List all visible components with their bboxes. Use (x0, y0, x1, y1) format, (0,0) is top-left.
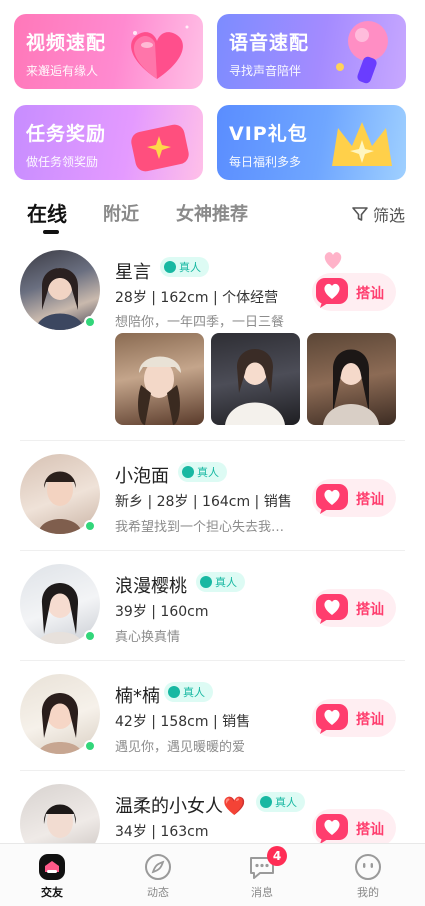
task-reward-title: 任务奖励 (26, 123, 107, 145)
bottom-nav: 交友 动态 4 消息 我的 (0, 843, 425, 906)
online-status-dot (84, 630, 96, 642)
friends-home-icon (37, 852, 67, 882)
verified-check-icon (164, 261, 176, 273)
row-divider (20, 440, 405, 441)
active-tab-indicator (43, 230, 59, 234)
nav-item-moments[interactable]: 动态 (128, 852, 188, 900)
chat-heart-icon (316, 594, 348, 624)
gift-card-icon (131, 124, 189, 172)
user-name: 浪漫樱桃 (115, 576, 187, 597)
nav-item-me[interactable]: 我的 (338, 852, 398, 900)
voice-match-subtitle: 寻找声音陪伴 (229, 64, 302, 78)
verified-check-icon (260, 796, 272, 808)
vip-package-card[interactable]: VIP礼包 每日福利多多 (217, 105, 406, 180)
nav-label: 消息 (251, 886, 273, 899)
microphone-icon (336, 21, 388, 84)
user-name: 楠*楠 (115, 686, 160, 707)
chat-button[interactable]: 搭讪 (312, 273, 396, 311)
user-photo[interactable] (211, 333, 300, 425)
compass-icon (143, 852, 173, 882)
tab-goddess-recommend[interactable]: 女神推荐 (176, 200, 248, 226)
user-bio: 想陪你，一年四季，一日三餐 (115, 315, 285, 330)
verified-badge: 真人 (164, 682, 213, 702)
vip-package-title: VIP礼包 (229, 123, 308, 145)
online-status-dot (84, 520, 96, 532)
user-bio: 遇见你，遇见暖暖的爱 (115, 740, 246, 755)
chat-button-label: 搭讪 (356, 492, 384, 508)
chat-heart-icon (316, 278, 348, 308)
user-info: 28岁 | 162cm | 个体经营 (115, 290, 279, 306)
nav-item-messages[interactable]: 4 消息 (232, 846, 292, 900)
online-status-dot (84, 316, 96, 328)
message-bubble-icon: 4 (247, 846, 287, 882)
verified-check-icon (200, 576, 212, 588)
chat-button-label: 搭讪 (356, 602, 384, 618)
row-divider (20, 770, 405, 771)
chat-button[interactable]: 搭讪 (312, 809, 396, 847)
chat-button-label: 搭讪 (356, 822, 384, 838)
floating-heart-icon (324, 252, 342, 269)
user-info: 39岁 | 160cm (115, 604, 209, 620)
chat-button[interactable]: 搭讪 (312, 589, 396, 627)
nav-item-friends[interactable]: 交友 (22, 852, 82, 900)
verified-check-icon (182, 466, 194, 478)
nav-label: 交友 (41, 886, 63, 899)
nav-label: 我的 (357, 886, 379, 899)
category-tabs: 在线 附近 女神推荐 筛选 (0, 192, 425, 236)
vip-package-subtitle: 每日福利多多 (229, 155, 302, 169)
filter-button[interactable]: 筛选 (351, 202, 405, 226)
online-status-dot (84, 740, 96, 752)
video-match-title: 视频速配 (26, 32, 107, 54)
video-match-card[interactable]: 视频速配 来邂逅有缘人 (14, 14, 203, 89)
chat-heart-icon (316, 814, 348, 844)
user-bio: 真心换真情 (115, 630, 181, 645)
crown-icon (332, 122, 392, 166)
row-divider (20, 550, 405, 551)
heart-icon (131, 25, 189, 79)
task-reward-card[interactable]: 任务奖励 做任务领奖励 (14, 105, 203, 180)
user-info: 新乡 | 28岁 | 164cm | 销售 (115, 494, 292, 510)
user-info: 42岁 | 158cm | 销售 (115, 714, 251, 730)
verified-badge: 真人 (256, 792, 305, 812)
row-divider (20, 660, 405, 661)
user-name: 小泡面 (115, 466, 169, 487)
filter-icon (352, 207, 368, 221)
chat-button-label: 搭讪 (356, 712, 384, 728)
verified-badge: 真人 (178, 462, 227, 482)
chat-heart-icon (316, 484, 348, 514)
unread-badge: 4 (267, 846, 287, 866)
chat-heart-icon (316, 704, 348, 734)
tab-online[interactable]: 在线 (27, 198, 67, 227)
task-reward-subtitle: 做任务领奖励 (26, 155, 99, 169)
user-photo[interactable] (115, 333, 204, 425)
filter-label: 筛选 (372, 206, 405, 225)
verified-badge: 真人 (160, 257, 209, 277)
nav-label: 动态 (147, 886, 169, 899)
verified-check-icon (168, 686, 180, 698)
user-name: 星言 (115, 262, 151, 283)
user-bio: 我希望找到一个担心失去我… (115, 520, 285, 535)
tab-nearby[interactable]: 附近 (103, 200, 139, 226)
chat-button[interactable]: 搭讪 (312, 479, 396, 517)
voice-match-title: 语音速配 (229, 32, 310, 54)
chat-button[interactable]: 搭讪 (312, 699, 396, 737)
feature-cards: 视频速配 来邂逅有缘人 语音速配 寻找声音陪伴 任务奖励 做任务领奖励 VIP礼… (14, 14, 406, 180)
chat-button-label: 搭讪 (356, 286, 384, 302)
user-photo[interactable] (307, 333, 396, 425)
video-match-subtitle: 来邂逅有缘人 (26, 64, 99, 78)
profile-face-icon (353, 852, 383, 882)
user-name: 温柔的小女人❤️ (115, 796, 246, 817)
verified-badge: 真人 (196, 572, 245, 592)
user-info: 34岁 | 163cm (115, 824, 209, 840)
voice-match-card[interactable]: 语音速配 寻找声音陪伴 (217, 14, 406, 89)
